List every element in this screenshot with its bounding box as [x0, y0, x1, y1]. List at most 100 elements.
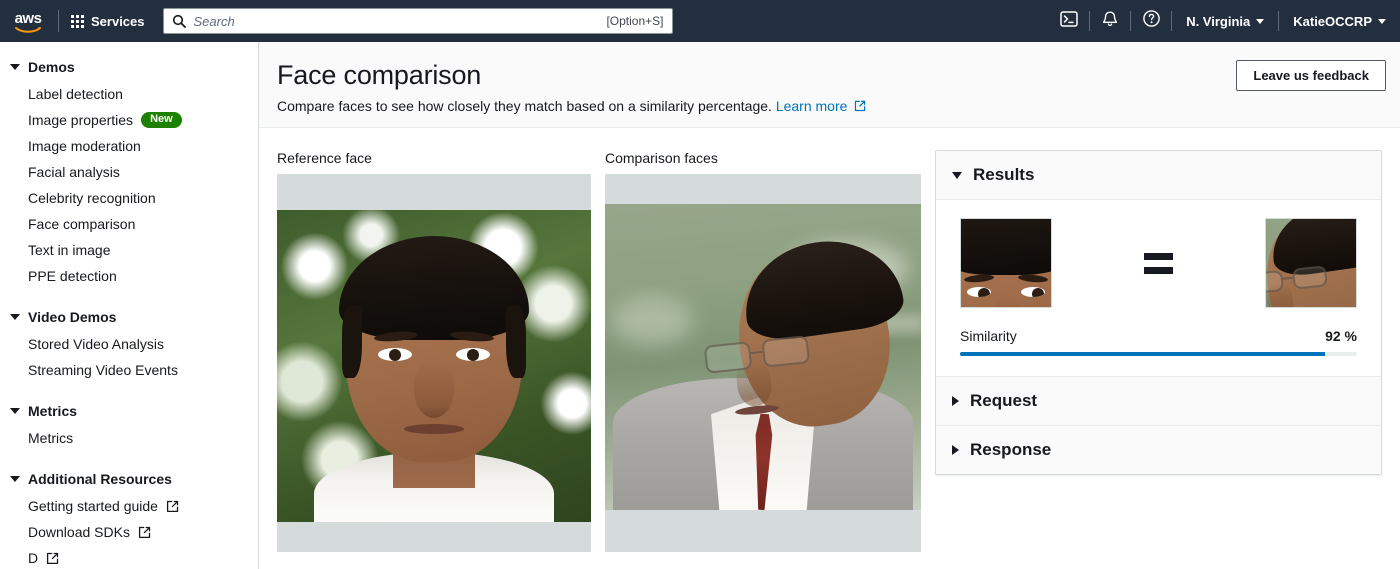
chevron-down-icon — [10, 408, 20, 414]
chevron-down-icon — [10, 64, 20, 70]
photo-lens-bridge — [750, 350, 763, 355]
sidebar-item-ppe-detection[interactable]: PPE detection — [0, 263, 258, 289]
grid-icon — [71, 14, 84, 28]
external-link-icon — [847, 98, 866, 114]
photo-lens — [1291, 265, 1328, 290]
leave-feedback-button[interactable]: Leave us feedback — [1236, 60, 1386, 91]
sidebar-item-streaming-video-events[interactable]: Streaming Video Events — [0, 357, 258, 383]
sidebar-item-label: Text in image — [28, 242, 111, 258]
comparison-faces-column: Comparison faces — [605, 150, 921, 569]
request-section-header[interactable]: Request — [936, 377, 1381, 425]
cloudshell-button[interactable] — [1049, 0, 1089, 42]
response-section: Response — [936, 425, 1381, 474]
response-section-header[interactable]: Response — [936, 426, 1381, 474]
comparison-faces-label: Comparison faces — [605, 150, 718, 166]
sidebar-item-label: Image moderation — [28, 138, 141, 154]
sidebar-item-truncated[interactable]: D — [0, 545, 258, 569]
page-description: Compare faces to see how closely they ma… — [277, 98, 1236, 114]
chevron-down-icon — [10, 476, 20, 482]
sidebar-item-celebrity-recognition[interactable]: Celebrity recognition — [0, 185, 258, 211]
sidebar-section-demos[interactable]: Demos — [0, 53, 258, 81]
account-label: KatieOCCRP — [1293, 13, 1372, 29]
sidebar-section-additional-resources[interactable]: Additional Resources — [0, 465, 258, 493]
external-link-icon — [46, 552, 59, 565]
similarity-row: Similarity 92 % — [960, 328, 1357, 344]
thumbnail-photo — [1266, 219, 1356, 307]
chevron-down-icon — [1378, 18, 1386, 24]
sidebar-section-video-demos[interactable]: Video Demos — [0, 303, 258, 331]
aws-logo-text: aws — [14, 9, 42, 27]
photo-eye — [456, 348, 490, 361]
sidebar-item-download-sdks[interactable]: Download SDKs — [0, 519, 258, 545]
bell-icon — [1101, 10, 1119, 33]
photo-lens — [761, 335, 811, 368]
external-link-icon — [166, 500, 179, 513]
sidebar-item-label: Metrics — [28, 430, 74, 446]
photo-lens-bridge — [1282, 276, 1293, 280]
sidebar-item-label: Download SDKs — [28, 524, 130, 540]
sidebar-item-getting-started-guide[interactable]: Getting started guide — [0, 493, 258, 519]
results-panel: Results Similarity 92 % Request Response — [935, 150, 1382, 475]
services-label: Services — [91, 13, 145, 29]
results-body: Similarity 92 % — [936, 200, 1381, 376]
reference-face-column: Reference face — [277, 150, 591, 569]
sidebar-section-label: Additional Resources — [28, 471, 172, 487]
sidebar-item-facial-analysis[interactable]: Facial analysis — [0, 159, 258, 185]
results-section: Results Similarity 92 % — [936, 151, 1381, 376]
response-title: Response — [970, 440, 1052, 459]
external-link-icon — [138, 526, 151, 539]
sidebar-item-image-properties[interactable]: Image properties New — [0, 107, 258, 133]
sidebar-item-label-detection[interactable]: Label detection — [0, 81, 258, 107]
chevron-right-icon — [952, 445, 959, 455]
chevron-right-icon — [952, 396, 959, 406]
notifications-button[interactable] — [1090, 0, 1130, 42]
similarity-progress-fill — [960, 352, 1326, 356]
sidebar-item-label: PPE detection — [28, 268, 117, 284]
region-label: N. Virginia — [1186, 13, 1251, 29]
sidebar-item-label: Image properties — [28, 112, 134, 128]
reference-face-thumbnail — [960, 218, 1052, 308]
reference-photo — [277, 210, 591, 522]
region-selector[interactable]: N. Virginia — [1172, 0, 1278, 42]
sidebar-item-metrics[interactable]: Metrics — [0, 425, 258, 451]
app-shell: Demos Label detection Image properties N… — [0, 42, 1400, 569]
content-body: Reference face Comparison faces Results … — [259, 128, 1400, 569]
nav-divider — [58, 10, 59, 32]
sidebar-section-metrics[interactable]: Metrics — [0, 397, 258, 425]
help-button[interactable] — [1131, 0, 1171, 42]
sidebar-item-face-comparison[interactable]: Face comparison — [0, 211, 258, 237]
comparison-face-image[interactable] — [605, 174, 921, 552]
photo-background-blur — [611, 295, 694, 345]
aws-logo[interactable]: aws — [0, 0, 56, 42]
photo-hair-side — [506, 306, 526, 378]
similarity-progress-bar — [960, 352, 1357, 356]
photo-eye — [1021, 287, 1045, 297]
results-column: Results Similarity 92 % Request Response — [935, 150, 1390, 569]
reference-face-image[interactable] — [277, 174, 591, 552]
equals-icon — [1144, 252, 1173, 274]
results-section-header[interactable]: Results — [936, 151, 1381, 200]
search-icon — [172, 14, 186, 28]
page-description-text: Compare faces to see how closely they ma… — [277, 98, 772, 115]
similarity-value: 92 % — [1325, 328, 1357, 344]
cloudshell-icon — [1060, 10, 1078, 33]
photo-hair-side — [342, 306, 362, 378]
sidebar-item-label: Stored Video Analysis — [28, 336, 164, 352]
chevron-down-icon — [1256, 18, 1265, 24]
sidebar-section-label: Demos — [28, 59, 75, 75]
sidebar-item-label: Getting started guide — [28, 498, 158, 514]
search-input[interactable]: Search [Option+S] — [162, 8, 673, 34]
photo-eye — [967, 287, 991, 297]
page-header: Face comparison Compare faces to see how… — [259, 42, 1400, 128]
learn-more-link[interactable]: Learn more — [776, 98, 848, 114]
account-menu[interactable]: KatieOCCRP — [1279, 0, 1400, 42]
sidebar-item-image-moderation[interactable]: Image moderation — [0, 133, 258, 159]
sidebar-item-label: Face comparison — [28, 216, 136, 232]
sidebar-navigation: Demos Label detection Image properties N… — [0, 42, 259, 569]
sidebar-item-stored-video-analysis[interactable]: Stored Video Analysis — [0, 331, 258, 357]
search-placeholder: Search — [193, 13, 235, 29]
services-menu-button[interactable]: Services — [61, 6, 155, 36]
top-navigation-bar: aws Services Search [Option+S] N. Virgin… — [0, 0, 1400, 42]
sidebar-section-label: Metrics — [28, 403, 78, 419]
sidebar-item-text-in-image[interactable]: Text in image — [0, 237, 258, 263]
